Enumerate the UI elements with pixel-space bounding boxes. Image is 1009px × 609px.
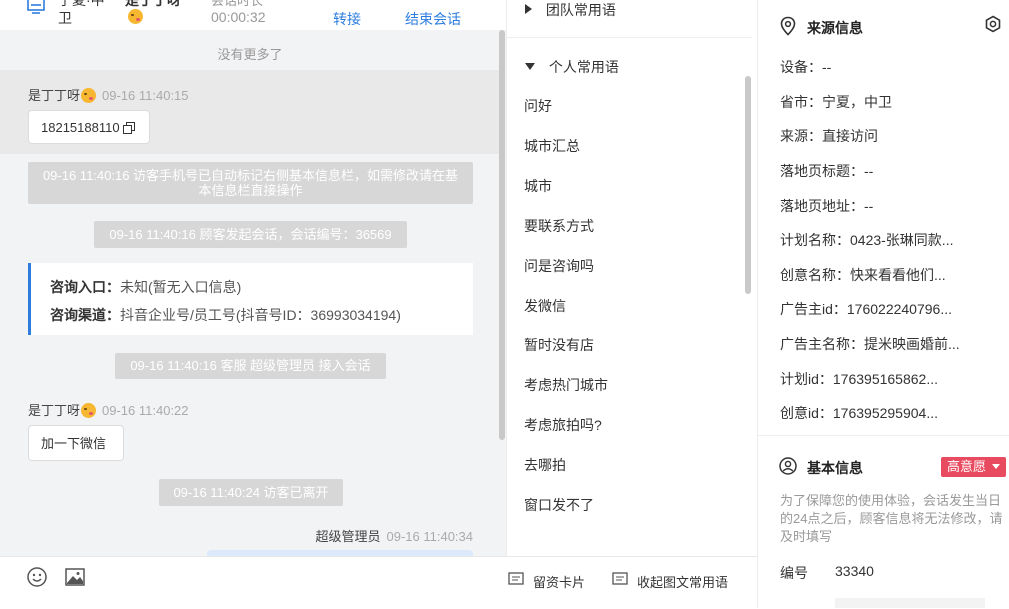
- phrase-item[interactable]: 考虑热门城市: [524, 375, 608, 395]
- next-field-input[interactable]: [835, 598, 985, 608]
- sender-name: 是丁丁呀: [28, 403, 81, 418]
- info-landing-title: 落地页标题：--: [780, 163, 874, 179]
- customer-info-panel: 来源信息 设备：-- 省市：宁夏，中卫 来源：直接访问 落地页标题：-- 落地页…: [757, 0, 1009, 608]
- phrase-item[interactable]: 暂时没有店: [524, 335, 594, 355]
- system-message: 09-16 11:40:16 顾客发起会话，会话编号：36569: [94, 221, 407, 248]
- smile-icon[interactable]: [27, 567, 47, 587]
- quick-phrases-panel: 团队常用语 个人常用语 问好 城市汇总 城市 要联系方式 问是咨询吗 发微信 暂…: [506, 0, 758, 556]
- message-header: 是丁丁呀 09-16 11:40:15: [28, 85, 189, 104]
- duration-label: 会话时长: [211, 0, 264, 8]
- collapse-phrases-button[interactable]: 收起图文常用语: [637, 572, 728, 591]
- team-phrases-group[interactable]: 团队常用语: [525, 0, 616, 20]
- message-time: 09-16 11:40:22: [102, 403, 189, 418]
- emoji-icon: [81, 88, 97, 103]
- caret-down-icon: [991, 464, 1000, 469]
- personal-phrases-group[interactable]: 个人常用语: [525, 57, 619, 77]
- message-time: 09-16 11:40:15: [102, 88, 189, 103]
- input-toolbar: 留资卡片 收起图文常用语: [0, 556, 757, 609]
- info-province-city: 省市：宁夏，中卫: [780, 94, 892, 110]
- caret-right-icon: [525, 4, 532, 14]
- emoji-avatar-icon: [128, 9, 143, 24]
- divider: [758, 435, 1009, 436]
- info-creative-name: 创意名称：快来看看他们...: [780, 267, 946, 283]
- sender-name: 超级管理员: [315, 529, 381, 544]
- system-message: 09-16 11:40:16 访客手机号已自动标记右侧基本信息栏，如需修改请在基…: [28, 162, 473, 204]
- id-label: 编号: [780, 565, 808, 581]
- source-info-title: 来源信息: [807, 20, 863, 36]
- monitor-icon: [27, 0, 45, 14]
- image-icon[interactable]: [65, 567, 85, 587]
- phrases-icon[interactable]: [612, 571, 628, 587]
- phrase-item[interactable]: 要联系方式: [524, 216, 594, 236]
- info-advertiser-id: 广告主id：176022240796...: [780, 301, 952, 317]
- no-more-text: 没有更多了: [217, 47, 283, 62]
- basic-info-title: 基本信息: [807, 460, 863, 476]
- message-bubble[interactable]: 18215188110: [28, 110, 150, 144]
- sender-name: 是丁丁呀: [28, 88, 81, 103]
- info-creative-id: 创意id：176395295904...: [780, 405, 938, 421]
- phrase-item[interactable]: 城市汇总: [524, 136, 580, 156]
- transfer-button[interactable]: 转接: [333, 9, 361, 29]
- lead-card-button[interactable]: 留资卡片: [533, 572, 585, 591]
- divider: [507, 37, 752, 38]
- system-message: 09-16 11:40:16 客服 超级管理员 接入会话: [115, 353, 386, 379]
- message-bubble[interactable]: 加一下微信: [28, 425, 124, 461]
- phrase-item[interactable]: 去哪拍: [524, 455, 566, 475]
- consult-info-card: 咨询入口：未知(暂无入口信息) 咨询渠道：抖音企业号/员工号(抖音号ID：369…: [28, 263, 473, 335]
- phrases-scrollbar[interactable]: [745, 76, 751, 294]
- phrase-item[interactable]: 考虑旅拍吗?: [524, 415, 602, 435]
- phrase-item[interactable]: 问好: [524, 96, 552, 116]
- card-icon[interactable]: [508, 571, 524, 587]
- customer-location-line2: 卫: [58, 10, 72, 26]
- settings-icon[interactable]: [984, 15, 1002, 33]
- info-source: 来源：直接访问: [780, 128, 878, 144]
- consult-entry: 咨询入口：未知(暂无入口信息): [50, 279, 242, 295]
- chat-history[interactable]: 没有更多了 是丁丁呀 09-16 11:40:15 18215188110 09-…: [0, 30, 506, 556]
- info-device: 设备：--: [780, 59, 832, 75]
- edit-deadline-tip: 为了保障您的使用体验，会话发生当日的24点之后，顾客信息将无法修改，请及时填写: [780, 493, 1003, 544]
- emoji-icon: [81, 403, 97, 418]
- info-advertiser-name: 广告主名称：提米映画婚前...: [780, 336, 960, 352]
- info-plan-id: 计划id：176395165862...: [780, 371, 938, 387]
- customer-id-value: 33340: [835, 563, 874, 579]
- conversation-header: 宁夏·中 卫 是丁丁呀 会话时长 00:00:32 转接 结束会话: [0, 0, 506, 30]
- user-icon: [779, 457, 797, 475]
- session-duration: 00:00:32: [211, 9, 266, 25]
- message-time: 09-16 11:40:34: [386, 529, 474, 544]
- info-landing-url: 落地页地址：--: [780, 198, 874, 214]
- message-header: 超级管理员 09-16 11:40:34: [315, 526, 473, 545]
- phrase-item[interactable]: 发微信: [524, 296, 566, 316]
- phrase-item[interactable]: 问是咨询吗: [524, 256, 594, 276]
- message-header: 是丁丁呀 09-16 11:40:22: [28, 400, 189, 419]
- info-plan-name: 计划名称：0423-张琳同款...: [780, 232, 954, 248]
- intent-level-value: 高意愿: [947, 459, 987, 474]
- chat-scrollbar[interactable]: [499, 30, 505, 440]
- phrase-item[interactable]: 窗口发不了: [524, 495, 594, 515]
- copy-icon[interactable]: [123, 122, 135, 134]
- location-pin-icon: [780, 16, 796, 36]
- intent-level-dropdown[interactable]: 高意愿: [941, 457, 1006, 477]
- system-message: 09-16 11:40:24 访客已离开: [159, 479, 343, 506]
- phone-number: 18215188110: [41, 120, 120, 135]
- end-session-button[interactable]: 结束会话: [405, 9, 461, 29]
- phrase-item[interactable]: 城市: [524, 176, 552, 196]
- caret-down-icon: [525, 63, 535, 70]
- consult-channel: 咨询渠道：抖音企业号/员工号(抖音号ID：36993034194): [50, 307, 401, 323]
